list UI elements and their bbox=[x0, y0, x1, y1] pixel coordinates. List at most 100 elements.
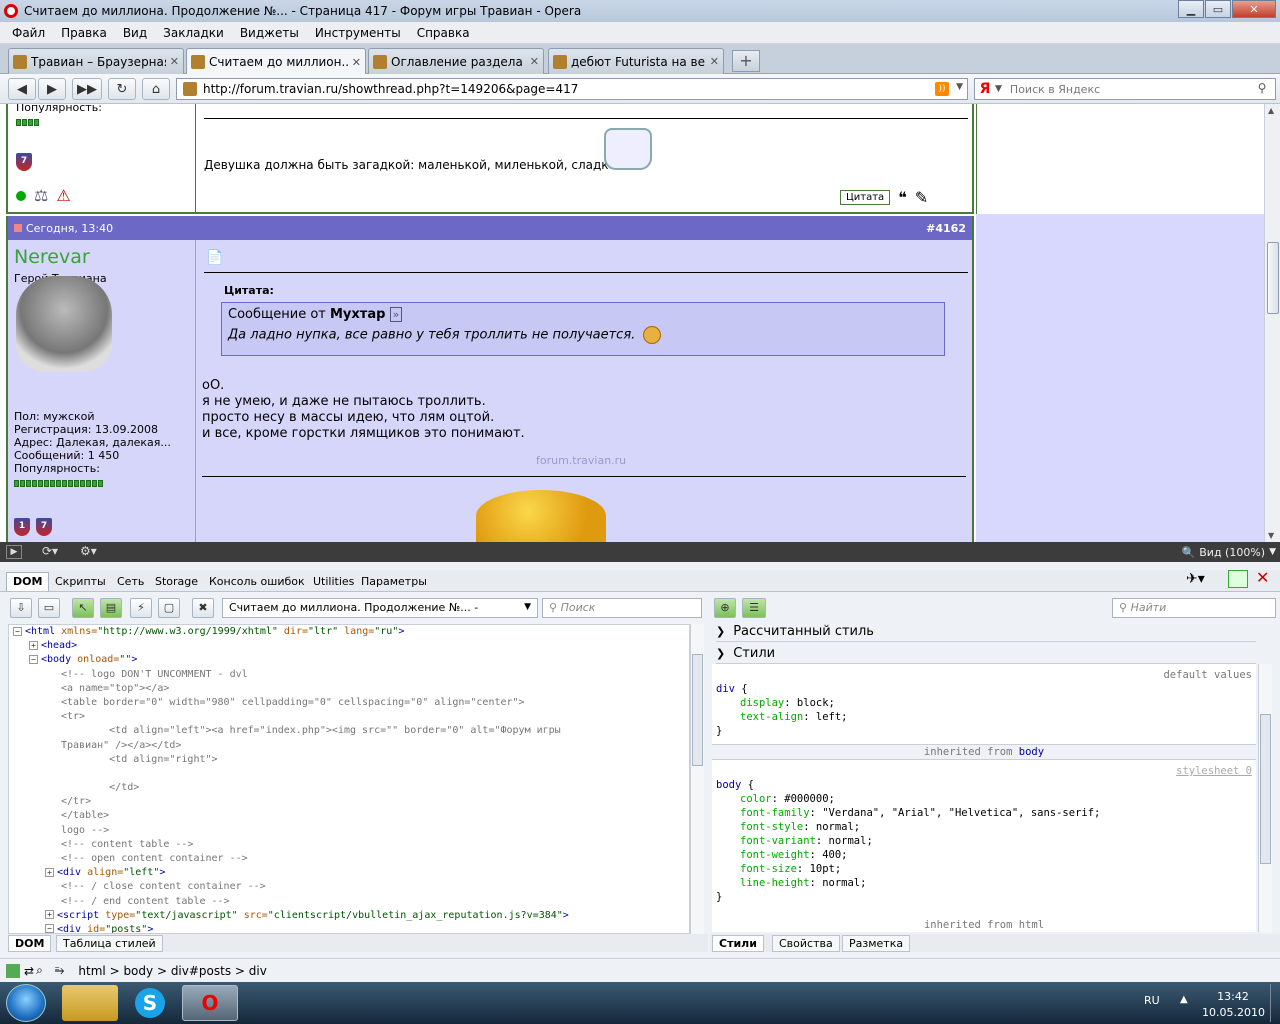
opera-taskbar-icon[interactable]: O bbox=[182, 985, 238, 1021]
show-desktop-button[interactable] bbox=[1270, 984, 1280, 1022]
styles-toggle[interactable]: ❯ Стили bbox=[716, 644, 1256, 664]
undock-icon[interactable] bbox=[1228, 570, 1248, 588]
tab-layout[interactable]: Разметка bbox=[842, 935, 911, 952]
style-property[interactable]: font-weight: 400; bbox=[716, 848, 1256, 862]
pin-icon[interactable]: ⊕ bbox=[714, 598, 736, 618]
search-field[interactable]: Я ▼ Поиск в Яндекс ⚲ bbox=[974, 78, 1276, 100]
expand-toggle-icon[interactable]: − bbox=[29, 654, 38, 664]
home-button[interactable]: ⌂ bbox=[142, 78, 170, 100]
rss-feed-icon[interactable]: )) bbox=[935, 82, 949, 96]
collapse-icon[interactable]: ▢ bbox=[158, 598, 180, 618]
expand-toggle-icon[interactable]: + bbox=[29, 640, 38, 650]
dom-node[interactable]: <td align="left"><a href="index.php"><im… bbox=[9, 724, 689, 738]
export-icon[interactable]: ⇩ bbox=[10, 598, 32, 618]
dom-node[interactable]: + <head> bbox=[9, 639, 689, 653]
style-property[interactable]: color: #000000; bbox=[716, 792, 1256, 806]
tab-properties[interactable]: Свойства bbox=[772, 935, 840, 952]
skype-taskbar-icon[interactable]: S bbox=[122, 985, 178, 1021]
dom-node[interactable]: <tr> bbox=[9, 710, 689, 724]
dom-node[interactable]: Травиан" /></a></td> bbox=[9, 739, 689, 753]
devtools-tab[interactable]: Скрипты bbox=[48, 572, 113, 591]
document-select[interactable]: Считаем до миллиона. Продолжение №... - … bbox=[222, 598, 538, 618]
style-property[interactable]: font-family: "Verdana", "Arial", "Helvet… bbox=[716, 806, 1256, 820]
address-dropdown-icon[interactable]: ▼ bbox=[956, 82, 963, 92]
stylesheet-link[interactable]: stylesheet 0 bbox=[712, 764, 1256, 778]
dom-node[interactable]: − <html xmlns="http://www.w3.org/1999/xht… bbox=[9, 625, 689, 639]
close-window-button[interactable]: ✕ bbox=[1232, 0, 1276, 18]
style-property[interactable]: display: block; bbox=[716, 696, 1256, 710]
dom-node[interactable]: <a name="top"></a> bbox=[9, 682, 689, 696]
multiquote-icon[interactable]: ❝ bbox=[898, 188, 907, 207]
dom-node[interactable]: </td> bbox=[9, 781, 689, 795]
clock-time[interactable]: 13:42 bbox=[1202, 990, 1264, 1003]
zoom-control[interactable]: 🔍 Вид (100%) ▼ bbox=[1182, 544, 1276, 560]
devtools-tab[interactable]: Консоль ошибок bbox=[202, 572, 312, 591]
devtools-tab[interactable]: Сеть bbox=[110, 572, 151, 591]
wrap-icon[interactable]: ⥱ bbox=[55, 963, 65, 978]
quote-button[interactable]: Цитата bbox=[840, 190, 891, 205]
tray-arrows-icon[interactable]: ▲ bbox=[1180, 994, 1188, 1005]
view-post-icon[interactable]: » bbox=[389, 307, 403, 322]
dom-node[interactable] bbox=[9, 767, 689, 781]
yandex-search-engine-icon[interactable]: Я bbox=[975, 79, 995, 99]
tab-stylesheets[interactable]: Таблица стилей bbox=[56, 935, 163, 952]
report-warning-icon[interactable]: ⚠ bbox=[56, 186, 70, 205]
dragonfly-icon[interactable]: ✈▾ bbox=[1186, 571, 1205, 587]
dom-node[interactable]: <!-- / close content container --> bbox=[9, 880, 689, 894]
start-button[interactable] bbox=[6, 984, 46, 1022]
dom-search-input[interactable]: ⚲ Поиск bbox=[542, 598, 702, 618]
menu-item[interactable]: Инструменты bbox=[315, 26, 401, 40]
style-property[interactable]: font-size: 10pt; bbox=[716, 862, 1256, 876]
menu-item[interactable]: Файл bbox=[12, 26, 45, 40]
clock-date[interactable]: 10.05.2010 bbox=[1202, 1006, 1265, 1019]
username-link[interactable]: Nerevar bbox=[14, 246, 90, 268]
magnifier-icon[interactable]: ⌕ bbox=[36, 963, 43, 978]
dom-scrollbar[interactable] bbox=[690, 624, 704, 934]
tab-close-icon[interactable]: ✕ bbox=[352, 56, 361, 69]
reputation-icon[interactable]: ⚖ bbox=[34, 186, 48, 205]
post-number-link[interactable]: #4162 bbox=[926, 222, 966, 235]
reload-button[interactable]: ↻ bbox=[108, 78, 136, 100]
menu-item[interactable]: Правка bbox=[61, 26, 107, 40]
address-field[interactable]: http://forum.travian.ru/showthread.php?t… bbox=[176, 78, 968, 100]
back-button[interactable]: ◀ bbox=[8, 78, 36, 100]
dom-node[interactable]: <table border="0" width="980" cellpaddin… bbox=[9, 696, 689, 710]
fast-forward-button[interactable]: ▶▶ bbox=[72, 78, 102, 100]
update-icon[interactable]: ⚡ bbox=[130, 598, 152, 618]
style-property[interactable]: line-height: normal; bbox=[716, 876, 1256, 890]
minimize-button[interactable]: ▁ bbox=[1178, 0, 1204, 18]
dom-node[interactable]: + <script type="text/javascript" src="cli… bbox=[9, 909, 689, 923]
menu-item[interactable]: Виджеты bbox=[240, 26, 299, 40]
tab-dom[interactable]: DOM bbox=[8, 935, 52, 952]
dom-node[interactable]: <!-- logo DON'T UNCOMMENT - dvl bbox=[9, 668, 689, 682]
style-property[interactable]: font-style: normal; bbox=[716, 820, 1256, 834]
new-tab-button[interactable]: + bbox=[732, 50, 760, 72]
style-property[interactable]: font-variant: normal; bbox=[716, 834, 1256, 848]
tab-close-icon[interactable]: ✕ bbox=[530, 55, 539, 68]
page-scrollbar[interactable]: ▲ ▼ bbox=[1264, 104, 1280, 542]
layout-icon[interactable]: ☰ bbox=[742, 598, 766, 618]
find-input[interactable]: ⚲ Найти bbox=[1112, 598, 1276, 618]
menu-item[interactable]: Справка bbox=[417, 26, 470, 40]
explorer-taskbar-icon[interactable] bbox=[62, 985, 118, 1021]
dom-node[interactable]: + <div align="left"> bbox=[9, 866, 689, 880]
tab-styles[interactable]: Стили bbox=[712, 935, 764, 952]
devtools-tab[interactable]: DOM bbox=[6, 572, 50, 591]
highlight-icon[interactable]: ▤ bbox=[100, 598, 122, 618]
tab-futurista[interactable]: дебют Futurista на вер... ✕ bbox=[548, 48, 724, 74]
dom-node[interactable]: − <div id="posts"> bbox=[9, 923, 689, 933]
inspect-icon[interactable]: ↖ bbox=[72, 598, 94, 618]
menu-item[interactable]: Закладки bbox=[163, 26, 224, 40]
style-property[interactable]: text-align: left; bbox=[716, 710, 1256, 724]
tab-thread[interactable]: Считаем до миллион... ✕ bbox=[186, 48, 366, 75]
breadcrumb-item[interactable]: div bbox=[249, 964, 267, 978]
menu-item[interactable]: Вид bbox=[123, 26, 147, 40]
select-element-icon[interactable]: ▭ bbox=[38, 598, 60, 618]
expand-toggle-icon[interactable]: + bbox=[45, 910, 54, 920]
expand-toggle-icon[interactable]: − bbox=[13, 626, 22, 636]
forward-button[interactable]: ▶ bbox=[38, 78, 66, 100]
breadcrumb-item[interactable]: div#posts bbox=[171, 964, 231, 978]
panel-toggle-icon[interactable]: ▶ bbox=[6, 545, 22, 559]
dom-node[interactable]: <!-- open content container --> bbox=[9, 852, 689, 866]
search-engine-dropdown-icon[interactable]: ▼ bbox=[995, 84, 1002, 94]
